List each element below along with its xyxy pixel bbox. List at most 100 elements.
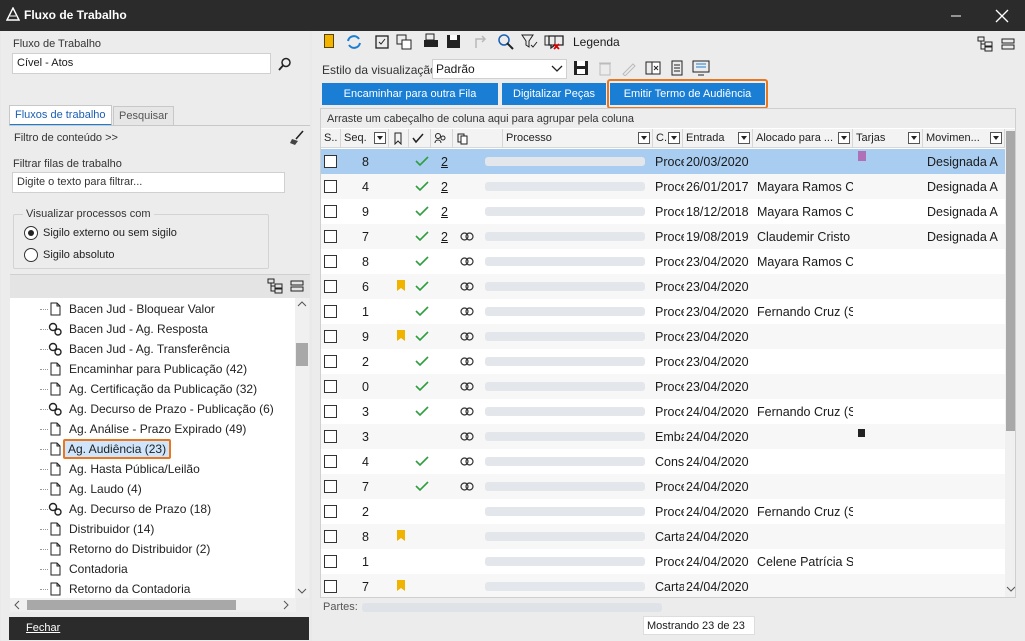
row-checkbox[interactable] (324, 430, 337, 443)
save-view-icon[interactable] (573, 60, 589, 76)
table-row[interactable]: 9 Proce23/04/2020 (321, 324, 1005, 349)
broom-icon[interactable] (289, 130, 305, 146)
clear-filter-icon[interactable] (543, 33, 561, 51)
tree-hierarchy-icon[interactable] (267, 278, 283, 294)
row-checkbox[interactable] (324, 405, 337, 418)
col-tags[interactable]: Tarjas (853, 129, 923, 148)
table-row[interactable]: 3 Proce24/04/2020 Fernando Cruz (S (321, 399, 1005, 424)
view-style-select[interactable]: Padrão (432, 59, 567, 79)
table-row[interactable]: 7 Carta 24/04/2020 (321, 574, 1005, 597)
table-row[interactable]: 8 Carta 24/04/2020 (321, 524, 1005, 549)
row-checkbox[interactable] (324, 255, 337, 268)
column-filter-dropdown[interactable] (374, 132, 386, 144)
close-window-button[interactable] (979, 0, 1025, 31)
count-link[interactable]: 2 (441, 155, 448, 169)
export-icon[interactable] (645, 60, 661, 76)
document-icon[interactable] (669, 60, 685, 76)
grid-scroll-down-icon[interactable] (1006, 585, 1016, 593)
column-filter-dropdown[interactable] (738, 132, 750, 144)
tree-item[interactable]: Ag. Laudo (4) (10, 479, 296, 499)
tree-item[interactable]: Bacen Jud - Ag. Transferência (10, 339, 296, 359)
count-link[interactable]: 2 (441, 230, 448, 244)
table-row[interactable]: 2 Proce23/04/2020 (321, 349, 1005, 374)
copy-icon[interactable] (395, 33, 413, 51)
notes-icon[interactable] (322, 33, 340, 51)
workflow-field[interactable]: Cível - Atos (12, 53, 271, 74)
table-row[interactable]: 6 Proce23/04/2020 (321, 274, 1005, 299)
scroll-up-icon[interactable] (297, 300, 307, 308)
table-row[interactable]: 9 2 Proce18/12/2018 Mayara Ramos C Designada… (321, 199, 1005, 224)
table-row[interactable]: 7 Proce24/04/2020 (321, 474, 1005, 499)
grid-vscroll-thumb[interactable] (1006, 131, 1015, 431)
table-row[interactable]: 8 2 Proce20/03/2020 Designada A (321, 149, 1005, 174)
tree-hscroll[interactable] (10, 598, 296, 612)
row-checkbox[interactable] (324, 205, 337, 218)
print-icon[interactable] (423, 33, 441, 51)
tab-search[interactable]: Pesquisar (113, 106, 174, 125)
row-checkbox[interactable] (324, 530, 337, 543)
column-filter-dropdown[interactable] (838, 132, 850, 144)
tree-item[interactable]: Encaminhar para Publicação (42) (10, 359, 296, 379)
tree-vscroll-thumb[interactable] (296, 343, 308, 366)
content-filter-toggle[interactable]: Filtro de conteúdo >> (14, 132, 118, 144)
table-row[interactable]: 4 Cons 24/04/2020 (321, 449, 1005, 474)
row-checkbox[interactable] (324, 555, 337, 568)
filter-queue-input[interactable]: Digite o texto para filtrar... (12, 172, 285, 193)
tree-view-icon[interactable] (977, 36, 993, 52)
row-checkbox[interactable] (324, 280, 337, 293)
tree-item[interactable]: Ag. Decurso de Prazo - Publicação (6) (10, 399, 296, 419)
table-row[interactable]: 7 2 Proce19/08/2019 Claudemir Cristo Designa… (321, 224, 1005, 249)
tree-item[interactable]: Retorno da Contadoria (10, 579, 296, 599)
table-row[interactable]: 2 Proce24/04/2020 Fernando Cruz (S (321, 499, 1005, 524)
minimize-button[interactable] (933, 0, 979, 31)
col-process[interactable]: Processo (503, 129, 653, 148)
radio-external[interactable] (24, 226, 38, 240)
close-button[interactable]: Fechar (9, 617, 309, 640)
tree-item[interactable]: Ag. Decurso de Prazo (18) (10, 499, 296, 519)
tree-item[interactable]: Ag. Análise - Prazo Expirado (49) (10, 419, 296, 439)
row-checkbox[interactable] (324, 355, 337, 368)
scroll-left-icon[interactable] (13, 600, 21, 610)
table-row[interactable]: 0 Proce23/04/2020 (321, 374, 1005, 399)
collapse-icon[interactable] (1001, 37, 1015, 51)
tree-item[interactable]: Ag. Audiência (23) (10, 439, 296, 459)
row-checkbox[interactable] (324, 380, 337, 393)
col-entry[interactable]: Entrada (683, 129, 753, 148)
col-movement[interactable]: Movimen... (923, 129, 1005, 148)
grid-vscroll[interactable] (1005, 129, 1016, 597)
search-icon[interactable] (278, 57, 292, 71)
tab-workflows[interactable]: Fluxos de trabalho (9, 105, 112, 126)
col-bookmark[interactable] (389, 129, 409, 148)
tree-item[interactable]: Ag. Certificação da Publicação (32) (10, 379, 296, 399)
table-row[interactable]: 4 2 Proce26/01/2017 Mayara Ramos C Designada… (321, 174, 1005, 199)
row-checkbox[interactable] (324, 180, 337, 193)
select-all-icon[interactable] (373, 33, 391, 51)
tree-item[interactable]: Contadoria (10, 559, 296, 579)
collapse-tree-icon[interactable] (290, 279, 304, 293)
col-select[interactable]: S.. (321, 129, 341, 148)
column-filter-dropdown[interactable] (638, 132, 650, 144)
table-row[interactable]: 3 Emba24/04/2020 (321, 424, 1005, 449)
column-filter-dropdown[interactable] (990, 132, 1002, 144)
tree-item[interactable]: Bacen Jud - Ag. Resposta (10, 319, 296, 339)
tree-vscroll[interactable] (295, 298, 309, 598)
col-class[interactable]: C.. (653, 129, 683, 148)
row-checkbox[interactable] (324, 155, 337, 168)
table-row[interactable]: 8 Proce23/04/2020 Mayara Ramos C (321, 249, 1005, 274)
row-checkbox[interactable] (324, 505, 337, 518)
table-row[interactable]: 1 Proce24/04/2020 Celene Patrícia S (321, 549, 1005, 574)
scroll-right-icon[interactable] (282, 600, 290, 610)
emit-hearing-term-button[interactable]: Emitir Termo de Audiência (610, 83, 765, 105)
screen-icon[interactable] (692, 60, 710, 76)
legend-link[interactable]: Legenda (573, 35, 620, 49)
search-process-icon[interactable] (497, 33, 515, 51)
row-checkbox[interactable] (324, 480, 337, 493)
tree-item[interactable]: Distribuidor (14) (10, 519, 296, 539)
row-checkbox[interactable] (324, 580, 337, 593)
column-filter-dropdown[interactable] (668, 132, 680, 144)
filter-check-icon[interactable] (521, 33, 539, 51)
scroll-down-icon[interactable] (297, 587, 307, 595)
column-filter-dropdown[interactable] (908, 132, 920, 144)
col-allocated[interactable]: Alocado para ... (753, 129, 853, 148)
tree-item[interactable]: Ag. Hasta Pública/Leilão (10, 459, 296, 479)
